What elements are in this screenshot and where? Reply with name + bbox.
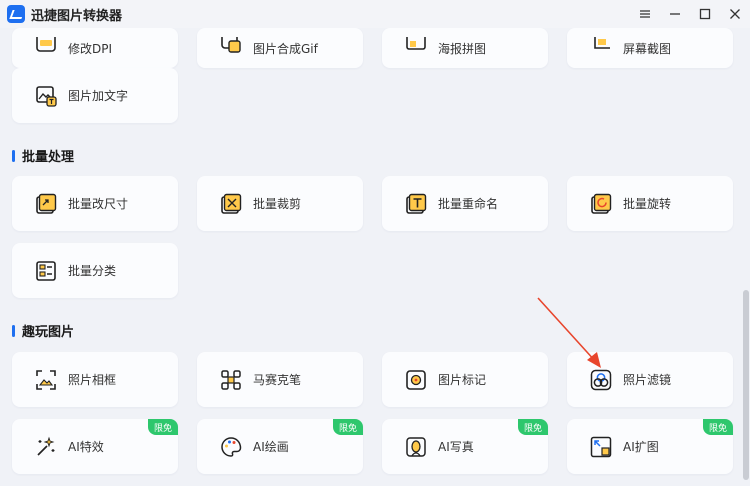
tool-card-dpi[interactable]: 修改DPI (12, 28, 178, 68)
tool-label: AI绘画 (253, 440, 289, 454)
menu-button[interactable] (630, 0, 660, 28)
tool-label: 批量分类 (68, 264, 117, 278)
free-badge: 限免 (517, 419, 548, 435)
tool-card-batch-crop[interactable]: 批量裁剪 (197, 176, 363, 231)
expand-icon (590, 436, 612, 457)
minimize-button[interactable] (660, 0, 690, 28)
resize-icon (36, 193, 57, 214)
tool-card-batch-rotate[interactable]: 批量旋转 (567, 176, 733, 231)
maximize-icon (699, 8, 711, 20)
frame-icon (36, 369, 56, 390)
filter-icon (590, 369, 612, 390)
maximize-button[interactable] (690, 0, 720, 28)
palette-icon (221, 436, 242, 457)
section-accent-bar (12, 324, 15, 337)
tool-card-photo-frame[interactable]: 照片相框 (12, 352, 178, 407)
section-title-fun: 趣玩图片 (12, 321, 74, 340)
app-logo-icon (7, 5, 25, 23)
tool-card-ai-effect[interactable]: AI特效 限免 (12, 419, 178, 474)
tool-label: 图片加文字 (68, 89, 129, 103)
tool-card-ai-portrait[interactable]: AI写真 限免 (382, 419, 548, 474)
close-icon (730, 9, 740, 19)
tool-label: 批量改尺寸 (68, 197, 129, 211)
tool-card-batch-resize[interactable]: 批量改尺寸 (12, 176, 178, 231)
tool-label: 图片合成Gif (253, 41, 318, 56)
tool-label: 图片标记 (438, 373, 487, 387)
classify-icon (36, 260, 56, 281)
rename-icon (406, 193, 427, 214)
collage-icon (406, 37, 426, 50)
menu-icon (640, 10, 650, 18)
tool-label: 批量重命名 (438, 197, 499, 211)
window-controls (630, 0, 750, 28)
gif-icon (221, 37, 241, 53)
rotate-icon (591, 193, 612, 214)
sparkle-icon (37, 436, 55, 456)
tool-label: 照片相框 (68, 373, 117, 387)
tool-panel: 修改DPI 图片合成Gif 海报拼图 屏幕截图 图片加文字 批量处理 批量改尺寸… (0, 28, 742, 486)
tool-label: 批量旋转 (623, 197, 672, 211)
screenshot-icon (594, 37, 610, 49)
free-badge: 限免 (147, 419, 178, 435)
tool-label: AI特效 (68, 440, 104, 454)
tool-label: AI扩图 (623, 440, 659, 454)
mosaic-icon (221, 369, 241, 390)
annotation-arrow (537, 297, 601, 368)
tool-card-ai-painting[interactable]: AI绘画 限免 (197, 419, 363, 474)
scrollbar-thumb[interactable] (743, 290, 749, 480)
tool-label: 照片滤镜 (623, 373, 672, 387)
tool-label: AI写真 (438, 440, 474, 454)
tool-label: 马赛克笔 (253, 373, 302, 387)
tool-card-image-marker[interactable]: 图片标记 (382, 352, 548, 407)
section-title-batch: 批量处理 (12, 146, 74, 165)
tool-card-collage[interactable]: 海报拼图 (382, 28, 548, 68)
title-bar: 迅捷图片转换器 (0, 0, 750, 28)
tool-card-mosaic[interactable]: 马赛克笔 (197, 352, 363, 407)
app-title: 迅捷图片转换器 (31, 8, 123, 24)
tool-label: 批量裁剪 (253, 197, 302, 211)
free-badge: 限免 (702, 419, 733, 435)
tool-label: 海报拼图 (438, 41, 487, 56)
section-title-text: 批量处理 (22, 150, 75, 165)
dpi-icon (36, 37, 56, 52)
image-text-icon (36, 85, 57, 107)
tool-card-image-text[interactable]: 图片加文字 (12, 68, 178, 123)
crop-icon (221, 193, 242, 214)
tool-card-batch-classify[interactable]: 批量分类 (12, 243, 178, 298)
tool-label: 修改DPI (68, 41, 113, 56)
tool-card-screenshot[interactable]: 屏幕截图 (567, 28, 733, 68)
tool-card-gif[interactable]: 图片合成Gif (197, 28, 363, 68)
close-button[interactable] (720, 0, 750, 28)
tool-label: 屏幕截图 (623, 41, 672, 56)
tool-card-batch-rename[interactable]: 批量重命名 (382, 176, 548, 231)
marker-icon (406, 369, 426, 390)
portrait-icon (406, 436, 426, 457)
section-accent-bar (12, 149, 15, 162)
section-title-text: 趣玩图片 (22, 325, 75, 340)
free-badge: 限免 (332, 419, 363, 435)
tool-card-ai-expand[interactable]: AI扩图 限免 (567, 419, 733, 474)
minimize-icon (670, 13, 680, 15)
